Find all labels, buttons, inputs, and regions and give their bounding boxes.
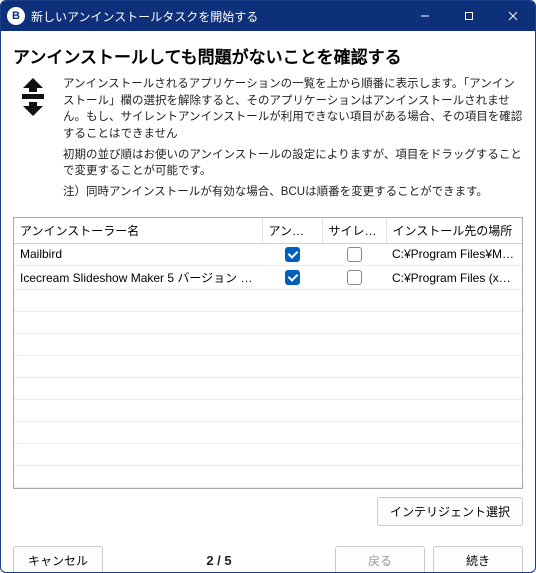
back-button[interactable]: 戻る [335, 546, 425, 573]
cell-location: C:¥Program Files¥Mail... [386, 243, 522, 265]
table-header-row: アンインストーラー名 アンイン... サイレント インストール先の場所 [14, 218, 522, 244]
step-indicator: 2 / 5 [111, 553, 327, 568]
content: アンインストールしても問題がないことを確認する アンインストールされるアプリケー… [1, 31, 535, 536]
titlebar: B 新しいアンインストールタスクを開始する [1, 1, 535, 31]
close-button[interactable] [491, 1, 535, 31]
description-p3: 注）同時アンインストールが有効な場合、BCUは順番を変更することができます。 [63, 184, 523, 201]
uninstall-checkbox[interactable] [285, 270, 300, 285]
window-title: 新しいアンインストールタスクを開始する [31, 8, 403, 25]
next-button[interactable]: 続き [433, 546, 523, 573]
table-row-empty [14, 466, 522, 488]
sort-arrows-icon [13, 76, 53, 205]
cell-location: C:¥Program Files (x86)¥... [386, 266, 522, 290]
cancel-button[interactable]: キャンセル [13, 546, 103, 573]
uninstall-table: アンインストーラー名 アンイン... サイレント インストール先の場所 Mail… [13, 217, 523, 489]
table-row-empty [14, 356, 522, 378]
window: B 新しいアンインストールタスクを開始する アンインストールしても問題がないこと… [0, 0, 536, 573]
silent-checkbox[interactable] [347, 270, 362, 285]
footer: キャンセル 2 / 5 戻る 続き [1, 536, 535, 573]
maximize-button[interactable] [447, 1, 491, 31]
table-row-empty [14, 422, 522, 444]
description-row: アンインストールされるアプリケーションの一覧を上から順番に表示します。「アンイン… [13, 76, 523, 205]
col-header-uninstall[interactable]: アンイン... [262, 218, 322, 244]
table-row[interactable]: Mailbird C:¥Program Files¥Mail... [14, 243, 522, 265]
intelligent-select-button[interactable]: インテリジェント選択 [377, 497, 523, 526]
minimize-button[interactable] [403, 1, 447, 31]
window-controls [403, 1, 535, 31]
below-table-bar: インテリジェント選択 [13, 497, 523, 526]
table-row-empty [14, 444, 522, 466]
cell-silent [322, 243, 386, 265]
description-p1: アンインストールされるアプリケーションの一覧を上から順番に表示します。「アンイン… [63, 76, 523, 143]
table-row[interactable]: Icecream Slideshow Maker 5 バージョン 5.01 C:¥… [14, 266, 522, 290]
cell-silent [322, 266, 386, 290]
table-row-empty [14, 290, 522, 312]
app-icon: B [7, 7, 25, 25]
silent-checkbox[interactable] [347, 247, 362, 262]
col-header-silent[interactable]: サイレント [322, 218, 386, 244]
cell-name: Mailbird [14, 243, 262, 265]
uninstall-checkbox[interactable] [285, 247, 300, 262]
table-row-empty [14, 334, 522, 356]
table-row-empty [14, 400, 522, 422]
page-heading: アンインストールしても問題がないことを確認する [13, 43, 523, 68]
col-header-name[interactable]: アンインストーラー名 [14, 218, 262, 244]
description-p2: 初期の並び順はお使いのアンインストールの設定によりますが、項目をドラッグすること… [63, 147, 523, 180]
table-row-empty [14, 312, 522, 334]
col-header-location[interactable]: インストール先の場所 [386, 218, 522, 244]
cell-uninstall [262, 243, 322, 265]
description-text: アンインストールされるアプリケーションの一覧を上から順番に表示します。「アンイン… [63, 76, 523, 205]
cell-name: Icecream Slideshow Maker 5 バージョン 5.01 [14, 266, 262, 290]
cell-uninstall [262, 266, 322, 290]
table-row-empty [14, 378, 522, 400]
